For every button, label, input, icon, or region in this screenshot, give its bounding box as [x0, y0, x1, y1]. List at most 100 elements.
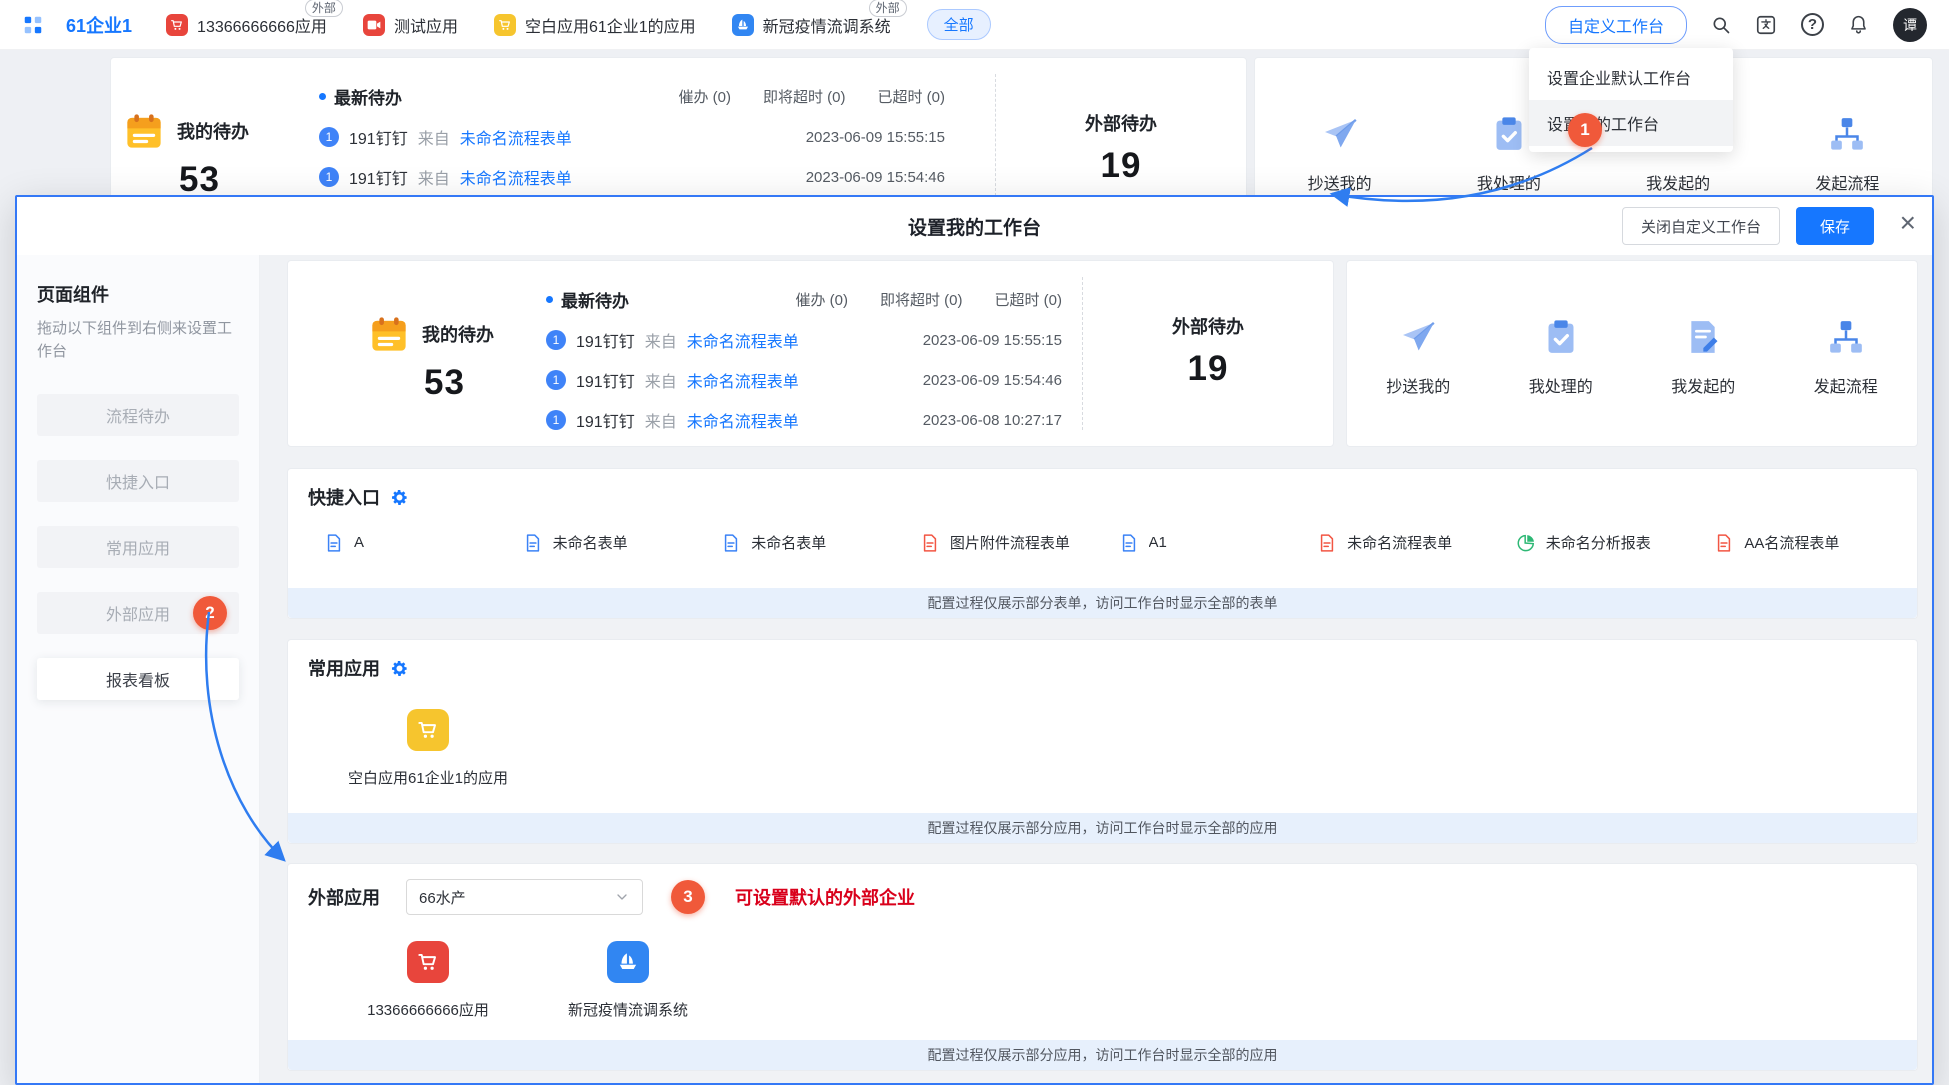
- quick-entry-label: A: [354, 534, 364, 551]
- todo-list-item[interactable]: 1 191钉钉 来自 未命名流程表单 2023-06-08 10:27:17: [546, 408, 1062, 432]
- quick-action-handled-by-me[interactable]: 我处理的: [1490, 261, 1633, 446]
- page-components-sidebar: 页面组件 拖动以下组件到右侧来设置工作台 流程待办 快捷入口 常用应用 外部应用…: [17, 255, 260, 1083]
- todo-item-form-link[interactable]: 未命名流程表单: [687, 328, 799, 352]
- app-tile-blank-app[interactable]: 空白应用61企业1的应用: [328, 709, 528, 788]
- external-todo-count[interactable]: 19: [1083, 349, 1333, 389]
- count-badge: 1: [546, 330, 566, 350]
- quick-action-label: 发起流程: [1815, 170, 1879, 194]
- quick-entry-item[interactable]: A1: [1103, 532, 1302, 553]
- topbar-app-test[interactable]: 测试应用: [363, 13, 458, 37]
- user-avatar[interactable]: 谭: [1893, 8, 1927, 42]
- report-pie-icon: [1516, 533, 1536, 553]
- external-enterprise-select[interactable]: 66水产: [406, 879, 643, 915]
- form-doc-icon: [523, 533, 543, 553]
- quick-action-label: 我发起的: [1671, 373, 1735, 397]
- col-urge[interactable]: 催办 (0): [678, 86, 731, 107]
- todo-item-time: 2023-06-09 15:55:15: [806, 129, 945, 146]
- col-soon-overdue[interactable]: 即将超时 (0): [763, 86, 846, 107]
- close-custom-workbench-button[interactable]: 关闭自定义工作台: [1622, 207, 1780, 245]
- modal-header: 设置我的工作台 关闭自定义工作台 保存 ×: [17, 197, 1932, 255]
- notification-bell-icon[interactable]: [1848, 14, 1869, 35]
- quick-action-start-process[interactable]: 发起流程: [1775, 261, 1918, 446]
- help-icon[interactable]: ?: [1801, 13, 1824, 36]
- quick-entry-label: 未命名流程表单: [1347, 532, 1452, 553]
- boat-app-icon: [607, 941, 649, 983]
- col-urge[interactable]: 催办 (0): [795, 289, 848, 310]
- component-quick-entry[interactable]: 快捷入口: [37, 460, 239, 502]
- todo-item-form-link[interactable]: 未命名流程表单: [460, 125, 572, 149]
- workbench-config-area: 我的待办 53 最新待办 催办 (0) 即将超时 (0) 已超时 (0): [260, 255, 1932, 1083]
- quick-entry-section: 快捷入口 A 未命名表单 未命名表单: [287, 468, 1918, 619]
- cart-app-icon: [407, 709, 449, 751]
- gear-icon[interactable]: [390, 659, 409, 678]
- external-apps-section: 外部应用 66水产 3 可设置默认的外部企业 13366666666应用: [287, 863, 1918, 1071]
- quick-entry-label: 图片附件流程表单: [950, 532, 1070, 553]
- app-label: 空白应用61企业1的应用: [348, 767, 508, 788]
- todo-item-time: 2023-06-09 15:55:15: [923, 332, 1062, 349]
- translate-icon[interactable]: [1755, 14, 1777, 36]
- menu-item-set-enterprise-default-workbench[interactable]: 设置企业默认工作台: [1529, 54, 1733, 100]
- quick-entry-title: 快捷入口: [308, 484, 380, 510]
- my-todo-section: 我的待办 53: [288, 261, 538, 446]
- search-icon[interactable]: [1711, 15, 1731, 35]
- external-todo-count[interactable]: 19: [996, 146, 1246, 186]
- app-tile-covid-system[interactable]: 新冠疫情流调系统: [528, 941, 728, 1020]
- todo-list-item[interactable]: 1 191钉钉 来自 未命名流程表单 2023-06-09 15:54:46: [546, 368, 1062, 392]
- quick-action-cc-me[interactable]: 抄送我的: [1347, 261, 1490, 446]
- todo-item-name: 191钉钉: [349, 165, 408, 189]
- close-icon[interactable]: ×: [1900, 209, 1916, 237]
- todo-list-item[interactable]: 1 191钉钉 来自 未命名流程表单 2023-06-09 15:55:15: [319, 125, 945, 149]
- quick-entry-item[interactable]: 未命名分析报表: [1500, 532, 1699, 553]
- apps-grid-icon[interactable]: [22, 14, 44, 36]
- my-todo-count[interactable]: 53: [424, 363, 538, 403]
- app-tile-13366666666[interactable]: 13366666666应用: [328, 941, 528, 1020]
- todo-list-item[interactable]: 1 191钉钉 来自 未命名流程表单 2023-06-09 15:54:46: [319, 165, 945, 189]
- topbar-app-label: 空白应用61企业1的应用: [525, 13, 696, 37]
- topbar-app-label: 测试应用: [394, 13, 458, 37]
- customize-workbench-button[interactable]: 自定义工作台: [1545, 6, 1687, 44]
- all-apps-button[interactable]: 全部: [927, 9, 991, 40]
- latest-todo-label: 最新待办: [561, 287, 629, 312]
- todo-item-form-link[interactable]: 未命名流程表单: [687, 368, 799, 392]
- form-doc-icon: [324, 533, 344, 553]
- paper-plane-icon: [1320, 114, 1360, 154]
- col-overdue[interactable]: 已超时 (0): [877, 86, 945, 107]
- quick-action-label: 我处理的: [1477, 170, 1541, 194]
- todo-list-item[interactable]: 1 191钉钉 来自 未命名流程表单 2023-06-09 15:55:15: [546, 328, 1062, 352]
- count-badge: 1: [319, 127, 339, 147]
- component-process-todo[interactable]: 流程待办: [37, 394, 239, 436]
- quick-entry-item[interactable]: 未命名表单: [705, 532, 904, 553]
- todo-item-name: 191钉钉: [576, 408, 635, 432]
- gear-icon[interactable]: [390, 488, 409, 507]
- topbar-app-13366666666[interactable]: 13366666666应用 外部: [166, 13, 327, 37]
- topbar-app-blank[interactable]: 空白应用61企业1的应用: [494, 13, 696, 37]
- modal-title: 设置我的工作台: [908, 213, 1041, 240]
- quick-action-initiated-by-me[interactable]: 我发起的: [1632, 261, 1775, 446]
- select-value: 66水产: [419, 887, 466, 908]
- quick-entry-item[interactable]: A: [308, 532, 507, 553]
- save-button[interactable]: 保存: [1796, 207, 1874, 245]
- quick-entry-item[interactable]: 图片附件流程表单: [904, 532, 1103, 553]
- chevron-down-icon: [614, 889, 630, 905]
- external-apps-title: 外部应用: [308, 884, 380, 910]
- topbar-app-label: 13366666666应用: [197, 13, 327, 37]
- common-apps-section: 常用应用 空白应用61企业1的应用 配置过程仅展示部分应用，访问工作台时显示全部…: [287, 639, 1918, 844]
- component-external-apps[interactable]: 外部应用 2: [37, 592, 239, 634]
- col-soon-overdue[interactable]: 即将超时 (0): [880, 289, 963, 310]
- component-common-apps[interactable]: 常用应用: [37, 526, 239, 568]
- quick-entry-item[interactable]: AA名流程表单: [1698, 532, 1897, 553]
- todo-item-time: 2023-06-08 10:27:17: [923, 412, 1062, 429]
- external-badge: 外部: [305, 0, 343, 17]
- todo-item-from: 来自: [418, 125, 450, 149]
- company-name[interactable]: 61企业1: [66, 12, 132, 38]
- todo-item-form-link[interactable]: 未命名流程表单: [460, 165, 572, 189]
- todo-item-form-link[interactable]: 未命名流程表单: [687, 408, 799, 432]
- col-overdue[interactable]: 已超时 (0): [994, 289, 1062, 310]
- quick-entry-item[interactable]: 未命名表单: [507, 532, 706, 553]
- topbar-app-covid[interactable]: 新冠疫情流调系统 外部: [732, 13, 891, 37]
- component-report-dashboard[interactable]: 报表看板: [37, 658, 239, 700]
- menu-item-set-my-workbench[interactable]: 设置我的工作台: [1529, 100, 1733, 146]
- quick-action-label: 我发起的: [1646, 170, 1710, 194]
- quick-entry-item[interactable]: 未命名流程表单: [1301, 532, 1500, 553]
- my-todo-count[interactable]: 53: [179, 160, 311, 200]
